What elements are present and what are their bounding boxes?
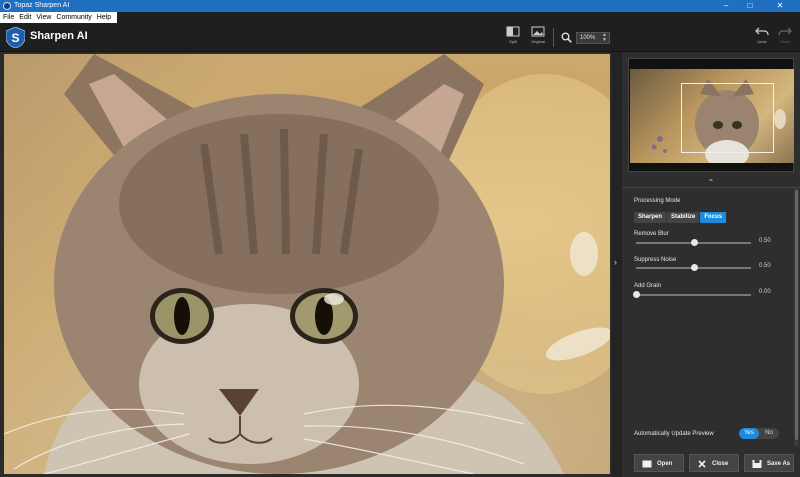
mode-stabilize-button[interactable]: Stabilize xyxy=(667,212,701,223)
panel-collapse-handle[interactable]: › xyxy=(612,52,622,477)
close-x-icon xyxy=(698,460,706,468)
zoom-level-input[interactable]: 100% ▲ ▼ xyxy=(576,32,610,44)
app-window: Topaz Sharpen AI – □ ✕ File Edit View Commu… xyxy=(0,0,800,477)
menu-file[interactable]: File xyxy=(0,12,16,23)
original-view-button[interactable]: Original xyxy=(527,26,549,50)
redo-label: Redo xyxy=(780,39,790,44)
image-canvas xyxy=(0,52,612,477)
add-grain-label: Add Grain xyxy=(634,283,662,289)
undo-icon xyxy=(755,27,769,36)
remove-blur-slider[interactable] xyxy=(636,239,751,246)
split-view-icon xyxy=(506,26,520,37)
suppress-noise-slider[interactable] xyxy=(636,264,751,271)
toggle-yes-option[interactable]: Yes xyxy=(739,428,759,439)
menu-bar: File Edit View Community Help xyxy=(0,12,117,23)
save-as-label: Save As xyxy=(767,461,791,467)
mode-focus-button[interactable]: Focus xyxy=(700,212,728,223)
original-image-icon xyxy=(531,26,545,37)
add-grain-value: 0.00 xyxy=(759,289,771,295)
sharpen-ai-logo-icon: S xyxy=(6,27,25,48)
redo-icon xyxy=(778,27,792,36)
suppress-noise-slider-handle[interactable] xyxy=(690,264,698,271)
auto-update-preview-label: Automatically Update Preview xyxy=(634,431,714,437)
auto-update-toggle[interactable]: Yes No xyxy=(739,428,779,439)
kitten-photo-preview[interactable] xyxy=(4,54,610,474)
menu-bar-filler xyxy=(117,12,800,23)
scrollbar-thumb[interactable] xyxy=(795,190,798,440)
remove-blur-slider-handle[interactable] xyxy=(690,239,698,246)
remove-blur-value: 0.50 xyxy=(759,238,771,244)
add-grain-slider[interactable] xyxy=(633,291,751,298)
chevron-up-icon[interactable]: ⌃ xyxy=(622,178,800,188)
undo-button[interactable]: Undo xyxy=(751,26,773,50)
suppress-noise-value: 0.50 xyxy=(759,263,771,269)
original-label: Original xyxy=(531,39,545,44)
toggle-no-option[interactable]: No xyxy=(759,428,779,439)
action-footer: Open Close Save As xyxy=(622,450,800,477)
mode-sharpen-button[interactable]: Sharpen xyxy=(634,212,668,223)
window-title: Topaz Sharpen AI xyxy=(14,2,70,9)
kitten-image xyxy=(4,54,610,474)
toolbar-divider xyxy=(553,28,554,47)
zoom-spinner-icon[interactable]: ▲ ▼ xyxy=(602,33,607,43)
navigator-thumbnail xyxy=(630,69,794,163)
topaz-app-icon xyxy=(3,2,11,10)
menu-community[interactable]: Community xyxy=(53,12,93,23)
close-label: Close xyxy=(712,461,729,467)
toolbar: S Sharpen AI Split Original 100% ▲ ▼ Und… xyxy=(0,23,800,52)
search-zoom-icon xyxy=(561,32,572,43)
open-button[interactable]: Open xyxy=(634,454,684,472)
panel-scrollbar[interactable] xyxy=(794,188,799,446)
maximize-icon[interactable]: □ xyxy=(740,0,760,12)
svg-text:S: S xyxy=(11,31,19,45)
app-name: Sharpen AI xyxy=(30,30,88,42)
side-panel: ⌃ Processing Mode Sharpen Stabilize Focu… xyxy=(622,52,800,477)
close-image-button[interactable]: Close xyxy=(689,454,739,472)
chevron-right-icon[interactable]: › xyxy=(614,257,617,267)
processing-mode-group: Sharpen Stabilize Focus xyxy=(634,212,728,223)
menu-edit[interactable]: Edit xyxy=(16,12,33,23)
menu-view[interactable]: View xyxy=(33,12,53,23)
undo-label: Undo xyxy=(757,39,767,44)
split-label: Split xyxy=(509,39,517,44)
save-disk-icon xyxy=(752,460,762,468)
redo-button[interactable]: Redo xyxy=(774,26,796,50)
close-icon[interactable]: ✕ xyxy=(770,0,790,12)
processing-mode-label: Processing Mode xyxy=(634,198,681,204)
navigator-preview[interactable] xyxy=(628,58,794,172)
suppress-noise-label: Suppress Noise xyxy=(634,257,677,263)
open-image-icon xyxy=(642,460,652,468)
minimize-icon[interactable]: – xyxy=(716,0,736,12)
navigator-viewport-rect[interactable] xyxy=(681,83,774,153)
title-bar: Topaz Sharpen AI – □ ✕ xyxy=(0,0,800,12)
add-grain-slider-handle[interactable] xyxy=(633,291,640,298)
zoom-value: 100% xyxy=(580,35,596,41)
split-view-button[interactable]: Split xyxy=(502,26,524,50)
save-as-button[interactable]: Save As xyxy=(744,454,794,472)
menu-help[interactable]: Help xyxy=(94,12,113,23)
remove-blur-label: Remove Blur xyxy=(634,231,669,237)
open-label: Open xyxy=(657,461,673,467)
